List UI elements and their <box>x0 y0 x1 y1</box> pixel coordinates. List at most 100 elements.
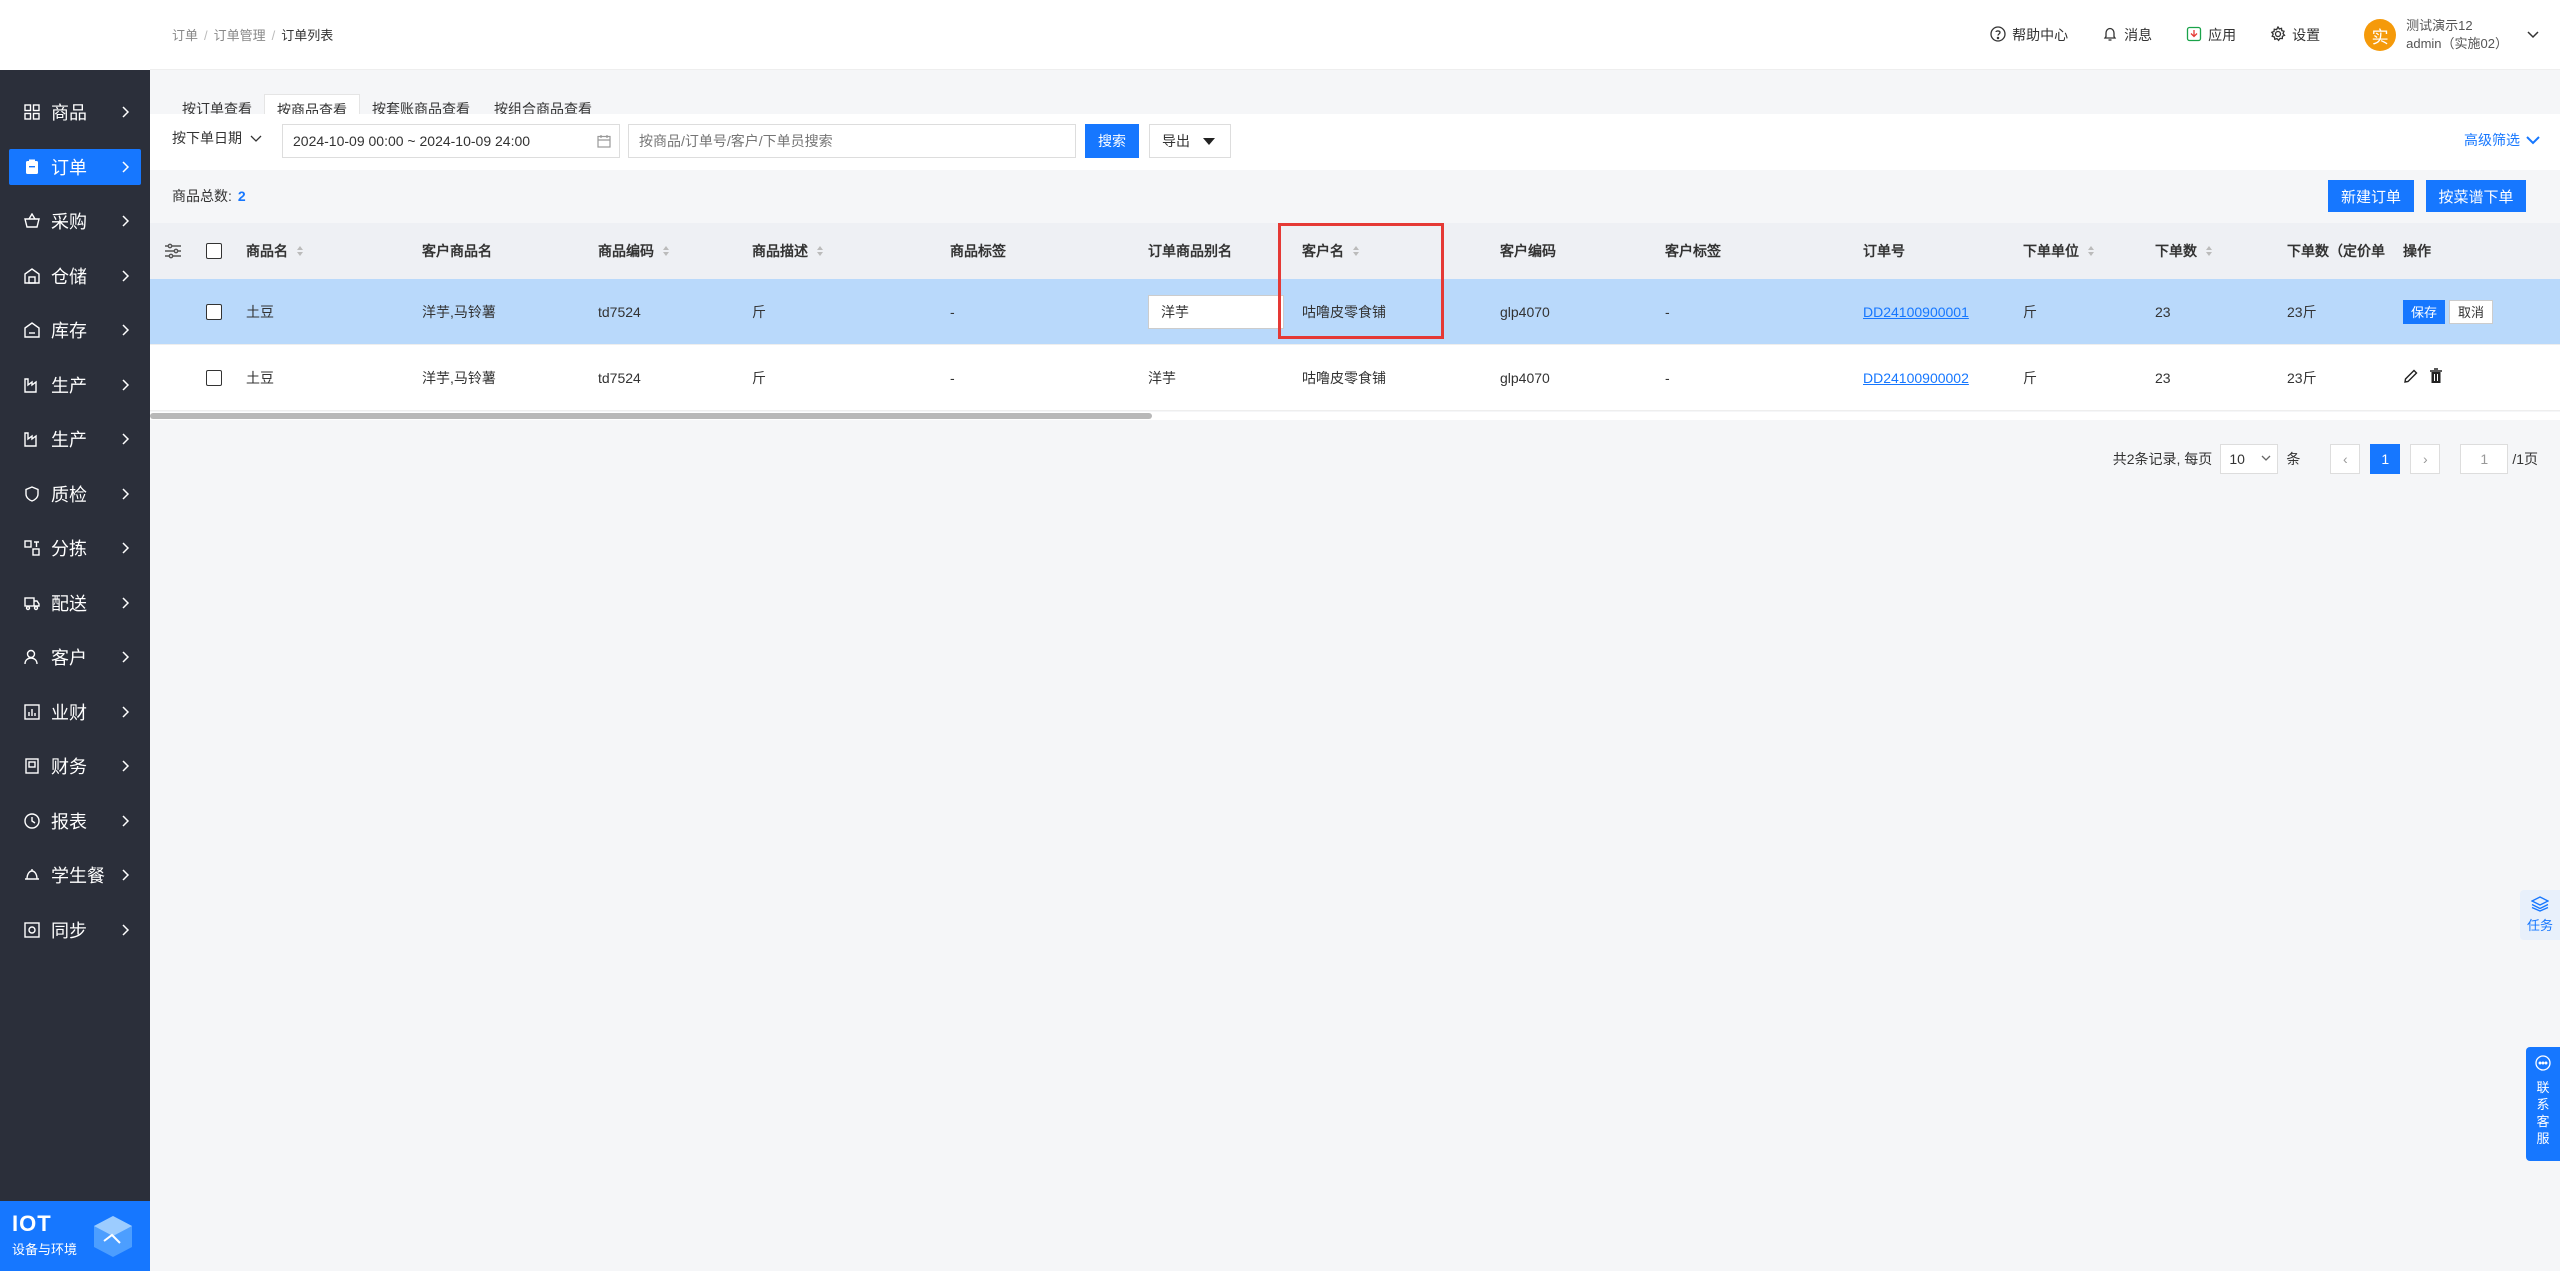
search-input[interactable] <box>628 124 1076 158</box>
help-center-link[interactable]: 帮助中心 <box>1990 25 2068 45</box>
column-settings-button[interactable] <box>164 223 182 279</box>
col-customer-goods-name: 客户商品名 <box>422 243 492 259</box>
task-widget[interactable]: 任务 <box>2520 890 2560 940</box>
settings-link[interactable]: 设置 <box>2270 25 2320 45</box>
cell-goods-tag: - <box>950 303 955 320</box>
sidebar-item-sorting[interactable]: 分拣 <box>9 530 141 566</box>
horizontal-scrollbar[interactable] <box>150 412 2560 420</box>
sidebar-item-student-meal[interactable]: 学生餐 <box>9 857 141 893</box>
col-client-name[interactable]: 客户名 <box>1302 223 1360 279</box>
chevron-right-icon <box>121 703 131 724</box>
page-size-value: 10 <box>2229 451 2245 467</box>
sidebar-nav: 商品 订单 采购 仓储 库存 生产 生产 质检 分拣 配送 客户 业财 财务 报… <box>0 70 150 948</box>
sliders-icon <box>165 243 181 259</box>
sidebar-item-purchase[interactable]: 采购 <box>9 203 141 239</box>
grid-icon <box>23 103 41 121</box>
stock-icon <box>23 321 41 339</box>
col-order-no: 订单号 <box>1863 243 1905 259</box>
support-char: 服 <box>2536 1131 2550 1146</box>
date-type-select[interactable]: 按下单日期 <box>172 128 262 148</box>
row-checkbox[interactable] <box>206 279 222 344</box>
select-all-checkbox[interactable] <box>206 223 222 279</box>
export-button[interactable]: 导出 <box>1149 124 1231 158</box>
chevron-right-icon <box>121 594 131 615</box>
sidebar-item-business-finance[interactable]: 业财 <box>9 694 141 730</box>
iot-banner[interactable]: IOT 设备与环境 <box>0 1201 150 1271</box>
cell-order-qty-priced: 23斤 <box>2287 369 2317 386</box>
cell-client-name: 咕噜皮零食铺 <box>1302 369 1386 386</box>
sidebar-item-finance[interactable]: 财务 <box>9 748 141 784</box>
sidebar-item-orders[interactable]: 订单 <box>9 148 141 185</box>
customer-service-widget[interactable]: 联 系 客 服 <box>2526 1047 2560 1161</box>
sidebar-item-label: 生产 <box>51 430 87 450</box>
date-range-picker[interactable]: 2024-10-09 00:00 ~ 2024-10-09 24:00 <box>282 124 620 158</box>
cell-client-code: glp4070 <box>1500 369 1550 386</box>
sidebar-item-inventory[interactable]: 库存 <box>9 312 141 348</box>
sidebar-item-customers[interactable]: 客户 <box>9 639 141 675</box>
sidebar-item-production[interactable]: 生产 <box>9 367 141 403</box>
sidebar-item-label: 学生餐 <box>51 866 105 886</box>
messages-link[interactable]: 消息 <box>2102 25 2152 45</box>
next-page-button[interactable]: › <box>2410 444 2441 474</box>
menu-order-button[interactable]: 按菜谱下单 <box>2426 180 2526 212</box>
goods-total: 商品总数: 2 <box>172 186 246 206</box>
col-goods-desc[interactable]: 商品描述 <box>752 223 824 279</box>
goods-total-count: 2 <box>237 188 246 204</box>
edit-icon[interactable] <box>2403 368 2419 387</box>
cancel-button[interactable]: 取消 <box>2449 299 2494 324</box>
col-goods-code[interactable]: 商品编码 <box>598 223 670 279</box>
row-checkbox[interactable] <box>206 345 222 410</box>
order-no-link[interactable]: DD24100900001 <box>1863 304 1969 320</box>
sidebar-item-goods[interactable]: 商品 <box>9 94 141 130</box>
chevron-right-icon <box>121 866 131 887</box>
sidebar-item-label: 客户 <box>51 648 87 668</box>
sort-icon <box>816 245 824 257</box>
breadcrumb-item[interactable]: 订单 <box>172 28 198 43</box>
advanced-filter-link[interactable]: 高级筛选 <box>2464 130 2540 150</box>
chevron-right-icon <box>121 376 131 397</box>
user-menu[interactable]: 实 测试演示12 admin（实施02） <box>2364 17 2540 53</box>
new-order-button[interactable]: 新建订单 <box>2328 180 2414 212</box>
page-jump-input[interactable]: 1 <box>2460 444 2509 474</box>
sidebar-item-label: 商品 <box>51 103 87 123</box>
col-label: 商品名 <box>246 243 288 259</box>
sidebar-item-label: 配送 <box>51 593 87 614</box>
page-1-button[interactable]: 1 <box>2370 444 2401 474</box>
sidebar-item-label: 生产 <box>51 375 87 396</box>
col-order-qty[interactable]: 下单数 <box>2155 223 2213 279</box>
sidebar-item-reports[interactable]: 报表 <box>9 803 141 839</box>
sidebar-item-label: 订单 <box>51 157 87 178</box>
cell-order-qty: 23 <box>2155 303 2171 320</box>
support-char: 客 <box>2536 1114 2550 1129</box>
alias-input[interactable] <box>1148 294 1284 329</box>
col-label: 下单单位 <box>2023 243 2079 259</box>
breadcrumb-item[interactable]: 订单管理 <box>214 28 266 43</box>
cell-client-tag: - <box>1665 303 1670 320</box>
sidebar-item-sync[interactable]: 同步 <box>9 912 141 948</box>
apps-link[interactable]: 应用 <box>2186 25 2236 45</box>
trash-icon[interactable] <box>2429 368 2443 387</box>
search-button[interactable]: 搜索 <box>1085 124 1139 158</box>
prev-page-button[interactable]: ‹ <box>2330 444 2361 474</box>
col-goods-name[interactable]: 商品名 <box>246 223 304 279</box>
chevron-right-icon <box>121 158 131 179</box>
chevron-right-icon <box>121 321 131 342</box>
help-label: 帮助中心 <box>2012 27 2069 43</box>
sidebar-item-production-2[interactable]: 生产 <box>9 421 141 457</box>
pagination: 共2条记录, 每页 10 条 ‹ 1 › 1 /1页 <box>2113 444 2538 474</box>
table-row[interactable]: 土豆 洋芋,马铃薯 td7524 斤 - 洋芋 咕噜皮零食铺 glp4070 -… <box>150 345 2560 411</box>
chat-icon <box>2535 1055 2551 1075</box>
sidebar-item-qc[interactable]: 质检 <box>9 476 141 512</box>
save-button[interactable]: 保存 <box>2403 299 2446 324</box>
cell-alias-editor <box>1148 279 1284 344</box>
goods-total-label: 商品总数: <box>172 188 232 204</box>
sidebar-item-delivery[interactable]: 配送 <box>9 585 141 621</box>
scrollbar-thumb[interactable] <box>150 413 1152 419</box>
order-no-link[interactable]: DD24100900002 <box>1863 370 1969 386</box>
table-row[interactable]: 土豆 洋芋,马铃薯 td7524 斤 - 咕噜皮零食铺 glp4070 - DD… <box>150 279 2560 345</box>
sort-icon <box>296 245 304 257</box>
col-order-unit[interactable]: 下单单位 <box>2023 223 2095 279</box>
page-size-select[interactable]: 10 <box>2220 444 2279 474</box>
sidebar-item-label: 质检 <box>51 484 87 505</box>
sidebar-item-warehouse[interactable]: 仓储 <box>9 258 141 294</box>
